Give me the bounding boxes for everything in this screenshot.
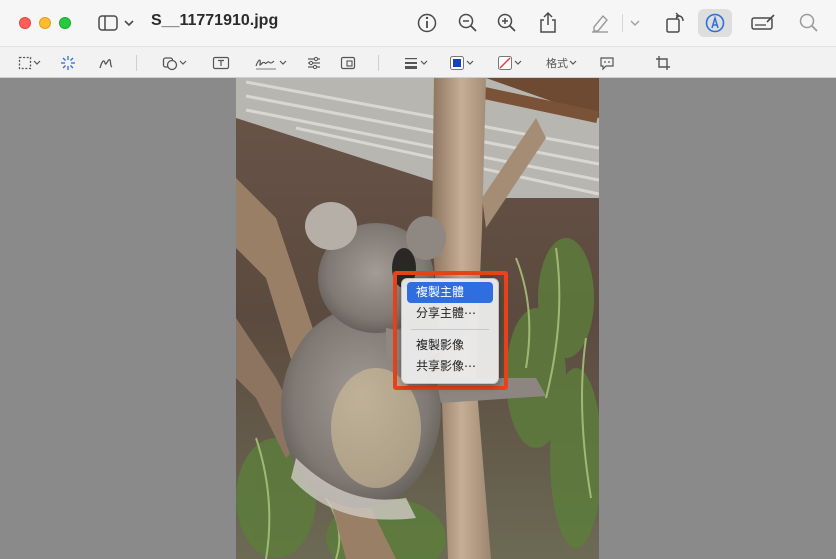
sign-button[interactable] bbox=[254, 47, 288, 79]
zoom-out-button[interactable] bbox=[457, 12, 479, 34]
info-button[interactable] bbox=[416, 12, 438, 34]
shapes-button[interactable] bbox=[162, 47, 188, 79]
info-icon bbox=[417, 13, 437, 33]
context-menu: 複製主體 分享主體⋯ 複製影像 共享影像⋯ bbox=[401, 278, 499, 384]
text-box-icon bbox=[212, 56, 230, 70]
zoom-in-button[interactable] bbox=[496, 12, 518, 34]
chevron-down-icon bbox=[466, 60, 474, 65]
toolbar-divider bbox=[136, 55, 137, 71]
share-image-menu-item[interactable]: 共享影像⋯ bbox=[407, 356, 493, 377]
sketch-button[interactable] bbox=[98, 47, 114, 79]
markup-toolbar-button[interactable] bbox=[698, 9, 732, 37]
shapes-icon bbox=[162, 57, 178, 71]
chevron-down-icon bbox=[420, 60, 428, 65]
selection-tool-button[interactable] bbox=[18, 47, 42, 79]
menu-separator bbox=[411, 329, 489, 330]
crop-button[interactable] bbox=[655, 47, 671, 79]
border-color-icon bbox=[450, 56, 464, 70]
preview-window: S__11771910.jpg 格式 複製主體 分享主體⋯ 複製影像 共享影像⋯ bbox=[0, 0, 836, 559]
border-color-button[interactable] bbox=[449, 47, 475, 79]
chevron-down-icon bbox=[514, 60, 522, 65]
rect-select-icon bbox=[18, 56, 32, 70]
chevron-down-icon bbox=[179, 60, 187, 65]
fill-color-icon bbox=[498, 56, 512, 70]
close-window-button[interactable] bbox=[19, 17, 31, 29]
sidebar-toggle-button[interactable] bbox=[97, 13, 135, 33]
sidebar-icon bbox=[98, 15, 134, 31]
chevron-down-icon bbox=[569, 60, 577, 65]
highlight-pen-icon bbox=[592, 14, 608, 33]
copy-subject-menu-item[interactable]: 複製主體 bbox=[407, 282, 493, 303]
crop-icon bbox=[656, 56, 670, 70]
zoom-out-icon bbox=[458, 13, 477, 32]
instant-alpha-icon bbox=[61, 56, 75, 70]
markup-icon bbox=[705, 13, 725, 33]
signature-icon bbox=[255, 59, 276, 70]
text-style-button[interactable]: 格式 bbox=[546, 47, 578, 79]
copy-image-menu-item[interactable]: 複製影像 bbox=[407, 335, 493, 356]
rotate-button[interactable] bbox=[664, 11, 686, 35]
highlight-menu-button[interactable] bbox=[628, 16, 642, 30]
search-icon bbox=[799, 13, 818, 32]
fill-color-button[interactable] bbox=[497, 47, 523, 79]
instant-alpha-button[interactable] bbox=[60, 47, 76, 79]
format-label: 格式 bbox=[546, 57, 568, 70]
maximize-window-button[interactable] bbox=[59, 17, 71, 29]
sketch-icon bbox=[99, 59, 113, 69]
window-title: S__11771910.jpg bbox=[151, 12, 279, 29]
toolbar-divider bbox=[378, 55, 379, 71]
adjust-color-button[interactable] bbox=[306, 47, 322, 79]
share-subject-menu-item[interactable]: 分享主體⋯ bbox=[407, 303, 493, 324]
adjust-size-button[interactable] bbox=[340, 47, 356, 79]
text-box-button[interactable] bbox=[212, 47, 230, 79]
rotate-icon bbox=[666, 12, 684, 33]
signature-toolbar-icon bbox=[751, 14, 775, 30]
signature-toolbar-button[interactable] bbox=[750, 12, 776, 34]
resize-icon bbox=[340, 56, 356, 70]
shape-style-button[interactable] bbox=[403, 47, 429, 79]
highlight-button[interactable] bbox=[589, 12, 611, 34]
minimize-window-button[interactable] bbox=[39, 17, 51, 29]
markup-toolbar: 格式 bbox=[0, 46, 836, 78]
chevron-down-icon bbox=[33, 60, 41, 65]
toolbar-divider bbox=[622, 14, 623, 32]
search-button[interactable] bbox=[798, 12, 820, 34]
sliders-icon bbox=[308, 56, 320, 70]
line-style-icon bbox=[405, 58, 417, 69]
title-bar: S__11771910.jpg bbox=[0, 0, 836, 46]
speech-bubble-icon bbox=[600, 57, 614, 71]
zoom-in-icon bbox=[497, 13, 516, 32]
annotate-button[interactable] bbox=[599, 47, 615, 79]
share-icon bbox=[540, 11, 556, 33]
share-button[interactable] bbox=[537, 11, 559, 35]
chevron-down-icon bbox=[630, 20, 640, 26]
chevron-down-icon bbox=[279, 60, 287, 65]
